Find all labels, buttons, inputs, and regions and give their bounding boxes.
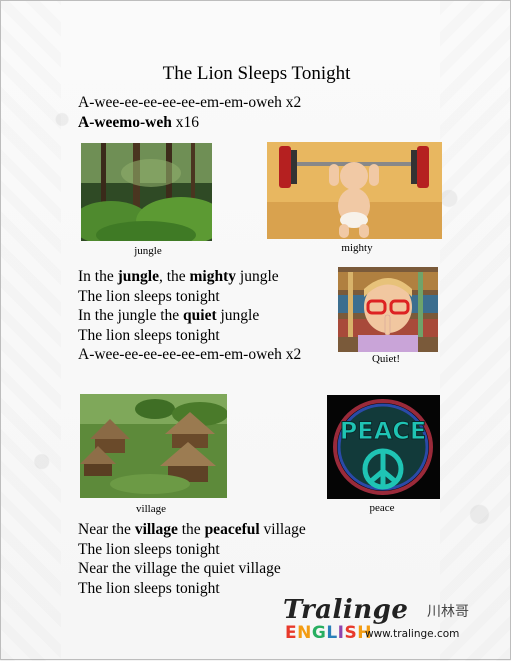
lyric-line: In the jungle the quiet jungle [78,306,259,325]
lyric-text: The lion sleeps tonight [78,579,220,597]
lyric-text: jungle [216,307,260,324]
mighty-image [267,142,442,239]
lyric-line: The lion sleeps tonight [78,579,220,598]
logo-english-letter: L [326,623,338,643]
jungle-image [81,143,212,241]
logo-chinese: 川林哥 [427,604,469,620]
lyric-keyword: jungle [117,268,159,285]
lyric-keyword: mighty [189,268,237,285]
logo-url: www.tralinge.com [365,628,460,640]
lyric-text: Near the [78,521,135,538]
intro-line-1: A-wee-ee-ee-ee-ee-em-em-oweh x2 [78,94,302,111]
lyric-line: The lion sleeps tonight [78,287,220,306]
lyric-keyword: peaceful [204,521,260,538]
intro-line-2-rest: x16 [171,114,199,131]
village-caption: village [136,503,166,515]
lyric-text: In the [78,268,118,285]
lyric-line: The lion sleeps tonight [78,540,220,559]
peace-image: PEACE [327,395,440,499]
intro-line-2: A-weemo-weh x16 [78,113,199,132]
peace-caption: peace [369,502,395,514]
lyric-text: The lion sleeps tonight [78,326,220,344]
lyric-text: In the jungle the [78,307,184,324]
lyric-line: Near the village the peaceful village [78,520,306,539]
lyric-line: In the jungle, the mighty jungle [78,267,279,286]
logo-english-letter: N [297,623,312,643]
jungle-caption: jungle [134,245,162,257]
lyric-text: jungle [236,268,279,285]
village-image [80,394,227,498]
logo-english-letter: S [344,623,358,643]
logo-english: ENGLISH [285,623,372,643]
lyric-keyword: quiet [183,307,217,324]
logo-english-letter: I [337,623,345,643]
quiet-image [338,267,438,352]
lyric-text: The lion sleeps tonight [78,540,220,558]
logo-english-letter: G [311,623,327,643]
lyric-text: Near the village the quiet village [78,560,281,577]
quiet-caption: Quiet! [371,353,401,365]
logo-english-letter: E [285,623,298,643]
background-pattern-left [1,1,61,661]
intro-line-2-bold: A-weemo-weh [78,114,172,131]
lyric-text: The lion sleeps tonight [78,287,220,305]
logo-wordmark: Tralinge [283,595,409,625]
lyric-line: A-wee-ee-ee-ee-ee-em-em-oweh x2 [78,345,301,364]
tralinge-logo: Tralinge 川林哥 ENGLISH www.tralinge.com [283,595,483,645]
lyric-keyword: village [134,521,178,538]
lyric-text: village [259,521,306,538]
peace-sign-text: PEACE [340,417,427,445]
worksheet-page: The Lion Sleeps Tonight A-wee-ee-ee-ee-e… [0,0,511,661]
lyric-text: the [177,521,205,538]
lyric-text: A-wee-ee-ee-ee-ee-em-em-oweh x2 [78,346,302,363]
page-title: The Lion Sleeps Tonight [162,63,351,84]
lyric-line: Near the village the quiet village [78,559,281,578]
mighty-caption: mighty [341,242,373,254]
lyric-text: , the [158,268,190,285]
lyric-line: The lion sleeps tonight [78,326,220,345]
background-pattern-right [440,1,510,661]
